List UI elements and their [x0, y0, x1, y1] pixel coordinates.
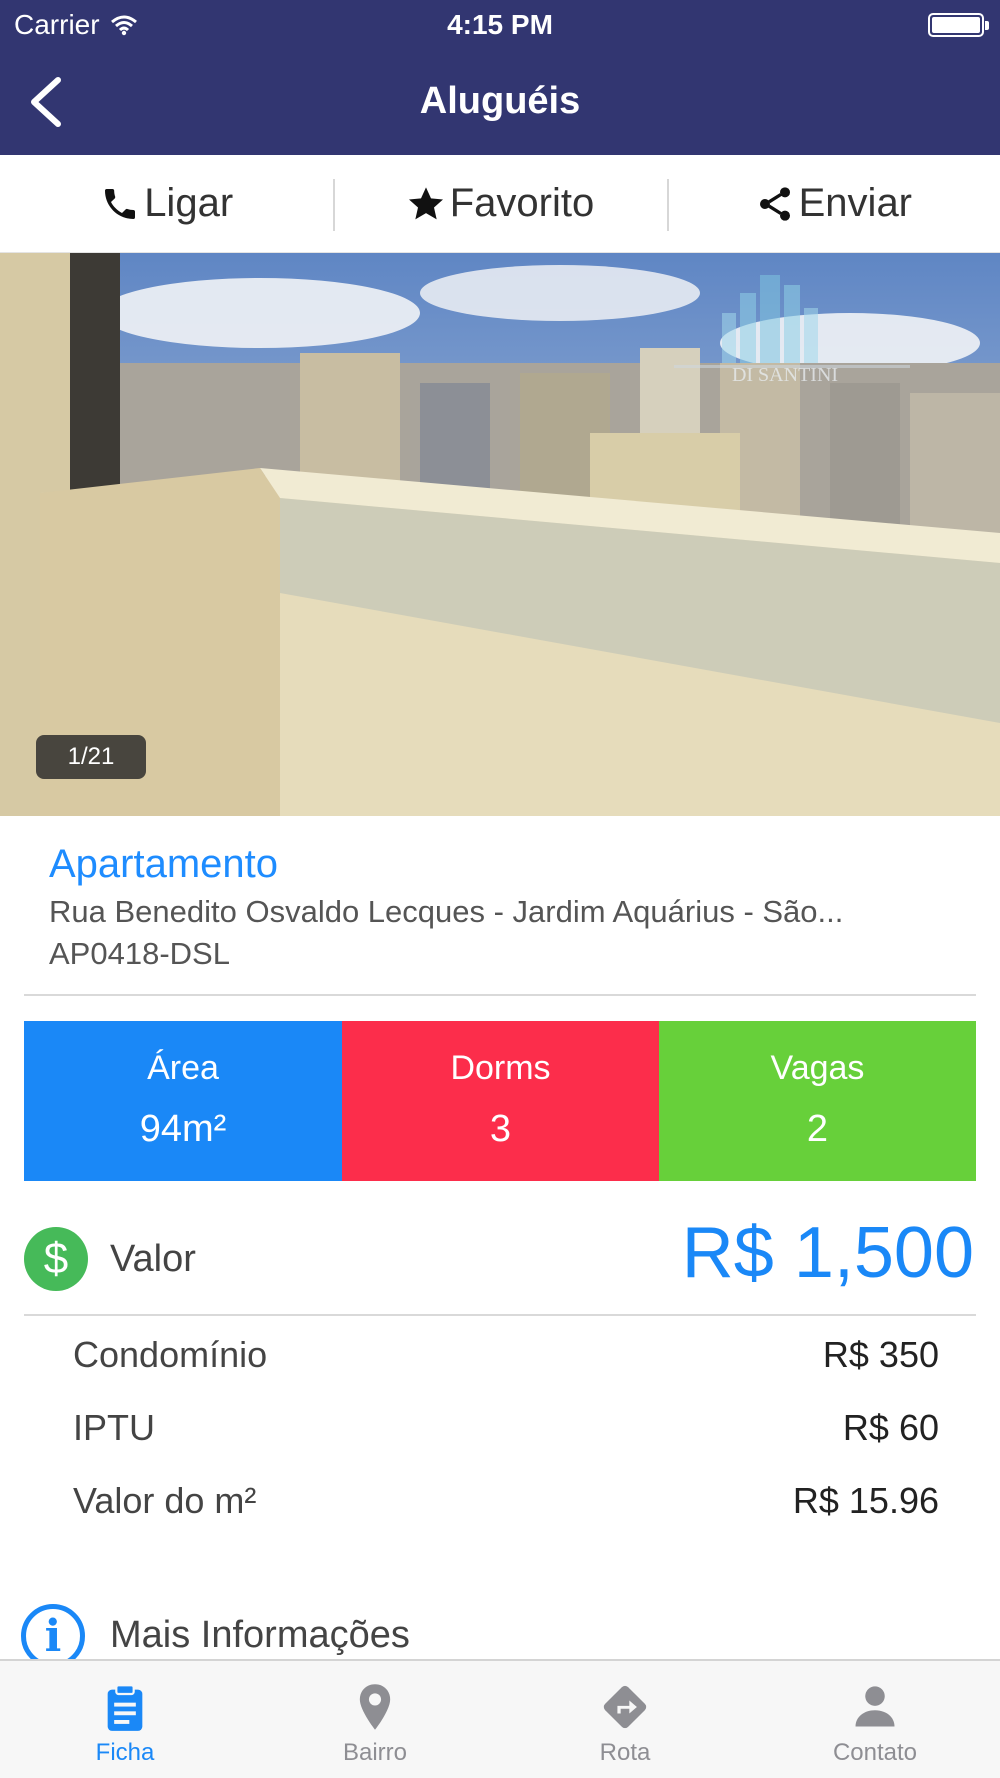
favorite-label: Favorito — [449, 181, 595, 225]
share-label: Enviar — [798, 181, 913, 225]
page-title: Aluguéis — [419, 80, 581, 122]
tab-label: Bairro — [342, 1739, 408, 1766]
action-bar: Ligar Favorito Enviar — [0, 155, 1000, 253]
cost-row-condominio: Condomínio R$ 350 — [73, 1334, 939, 1376]
cost-value: R$ 15.96 — [792, 1480, 939, 1521]
route-icon — [603, 1685, 647, 1729]
battery-icon — [928, 13, 989, 37]
parking-tile: Vagas 2 — [659, 1021, 976, 1181]
photo-counter: 1/21 — [36, 735, 146, 779]
price-value: R$ 1,500 — [681, 1213, 974, 1293]
parking-label: Vagas — [770, 1049, 865, 1087]
navigation-bar: Carrier 4:15 PM Aluguéis — [0, 0, 1000, 155]
feature-tiles: Área 94m² Dorms 3 Vagas 2 — [24, 1021, 976, 1181]
cost-row-iptu: IPTU R$ 60 — [73, 1407, 939, 1449]
call-label: Ligar — [144, 181, 234, 225]
clipboard-icon — [107, 1684, 143, 1731]
map-pin-icon — [359, 1684, 391, 1730]
status-time: 4:15 PM — [447, 9, 553, 40]
tab-bar: Ficha Bairro Rota Contato — [0, 1659, 1000, 1778]
parking-value: 2 — [806, 1108, 829, 1150]
cost-label: Valor do m² — [73, 1480, 257, 1521]
status-bar: Carrier 4:15 PM — [0, 0, 1000, 50]
cost-value: R$ 350 — [822, 1334, 939, 1375]
dorms-value: 3 — [489, 1108, 512, 1150]
tab-ficha[interactable]: Ficha — [0, 1661, 250, 1778]
dorms-label: Dorms — [450, 1049, 551, 1087]
tab-label: Rota — [599, 1739, 651, 1766]
property-photo[interactable]: DI SANTINI 1/21 — [0, 253, 1000, 816]
cost-value: R$ 60 — [842, 1407, 939, 1448]
dollar-icon: $ — [24, 1227, 88, 1291]
cost-label: Condomínio — [73, 1334, 268, 1375]
property-type: Apartamento — [49, 842, 279, 886]
favorite-button[interactable]: Favorito — [333, 155, 666, 252]
property-code: AP0418-DSL — [49, 936, 230, 971]
cost-label: IPTU — [73, 1407, 156, 1448]
divider — [24, 994, 976, 996]
share-button[interactable]: Enviar — [666, 155, 1000, 252]
person-icon — [855, 1686, 895, 1727]
tab-bairro[interactable]: Bairro — [250, 1661, 500, 1778]
price-label: Valor — [110, 1238, 196, 1280]
tab-label: Contato — [832, 1739, 918, 1766]
area-value: 94m² — [139, 1108, 227, 1150]
area-label: Área — [147, 1049, 219, 1087]
call-button[interactable]: Ligar — [0, 155, 333, 252]
tab-rota[interactable]: Rota — [500, 1661, 750, 1778]
property-address: Rua Benedito Osvaldo Lecques - Jardim Aq… — [49, 894, 844, 929]
dorms-tile: Dorms 3 — [342, 1021, 659, 1181]
watermark-text: DI SANTINI — [732, 364, 838, 386]
area-tile: Área 94m² — [24, 1021, 342, 1181]
more-info-label[interactable]: Mais Informações — [110, 1614, 410, 1657]
tab-label: Ficha — [95, 1739, 155, 1766]
phone-icon — [105, 188, 136, 219]
share-icon — [759, 186, 790, 221]
photo-image: DI SANTINI — [0, 253, 1000, 816]
cost-row-price-per-m2: Valor do m² R$ 15.96 — [73, 1480, 939, 1522]
tab-contato[interactable]: Contato — [750, 1661, 1000, 1778]
divider — [24, 1314, 976, 1316]
star-icon — [408, 186, 443, 219]
